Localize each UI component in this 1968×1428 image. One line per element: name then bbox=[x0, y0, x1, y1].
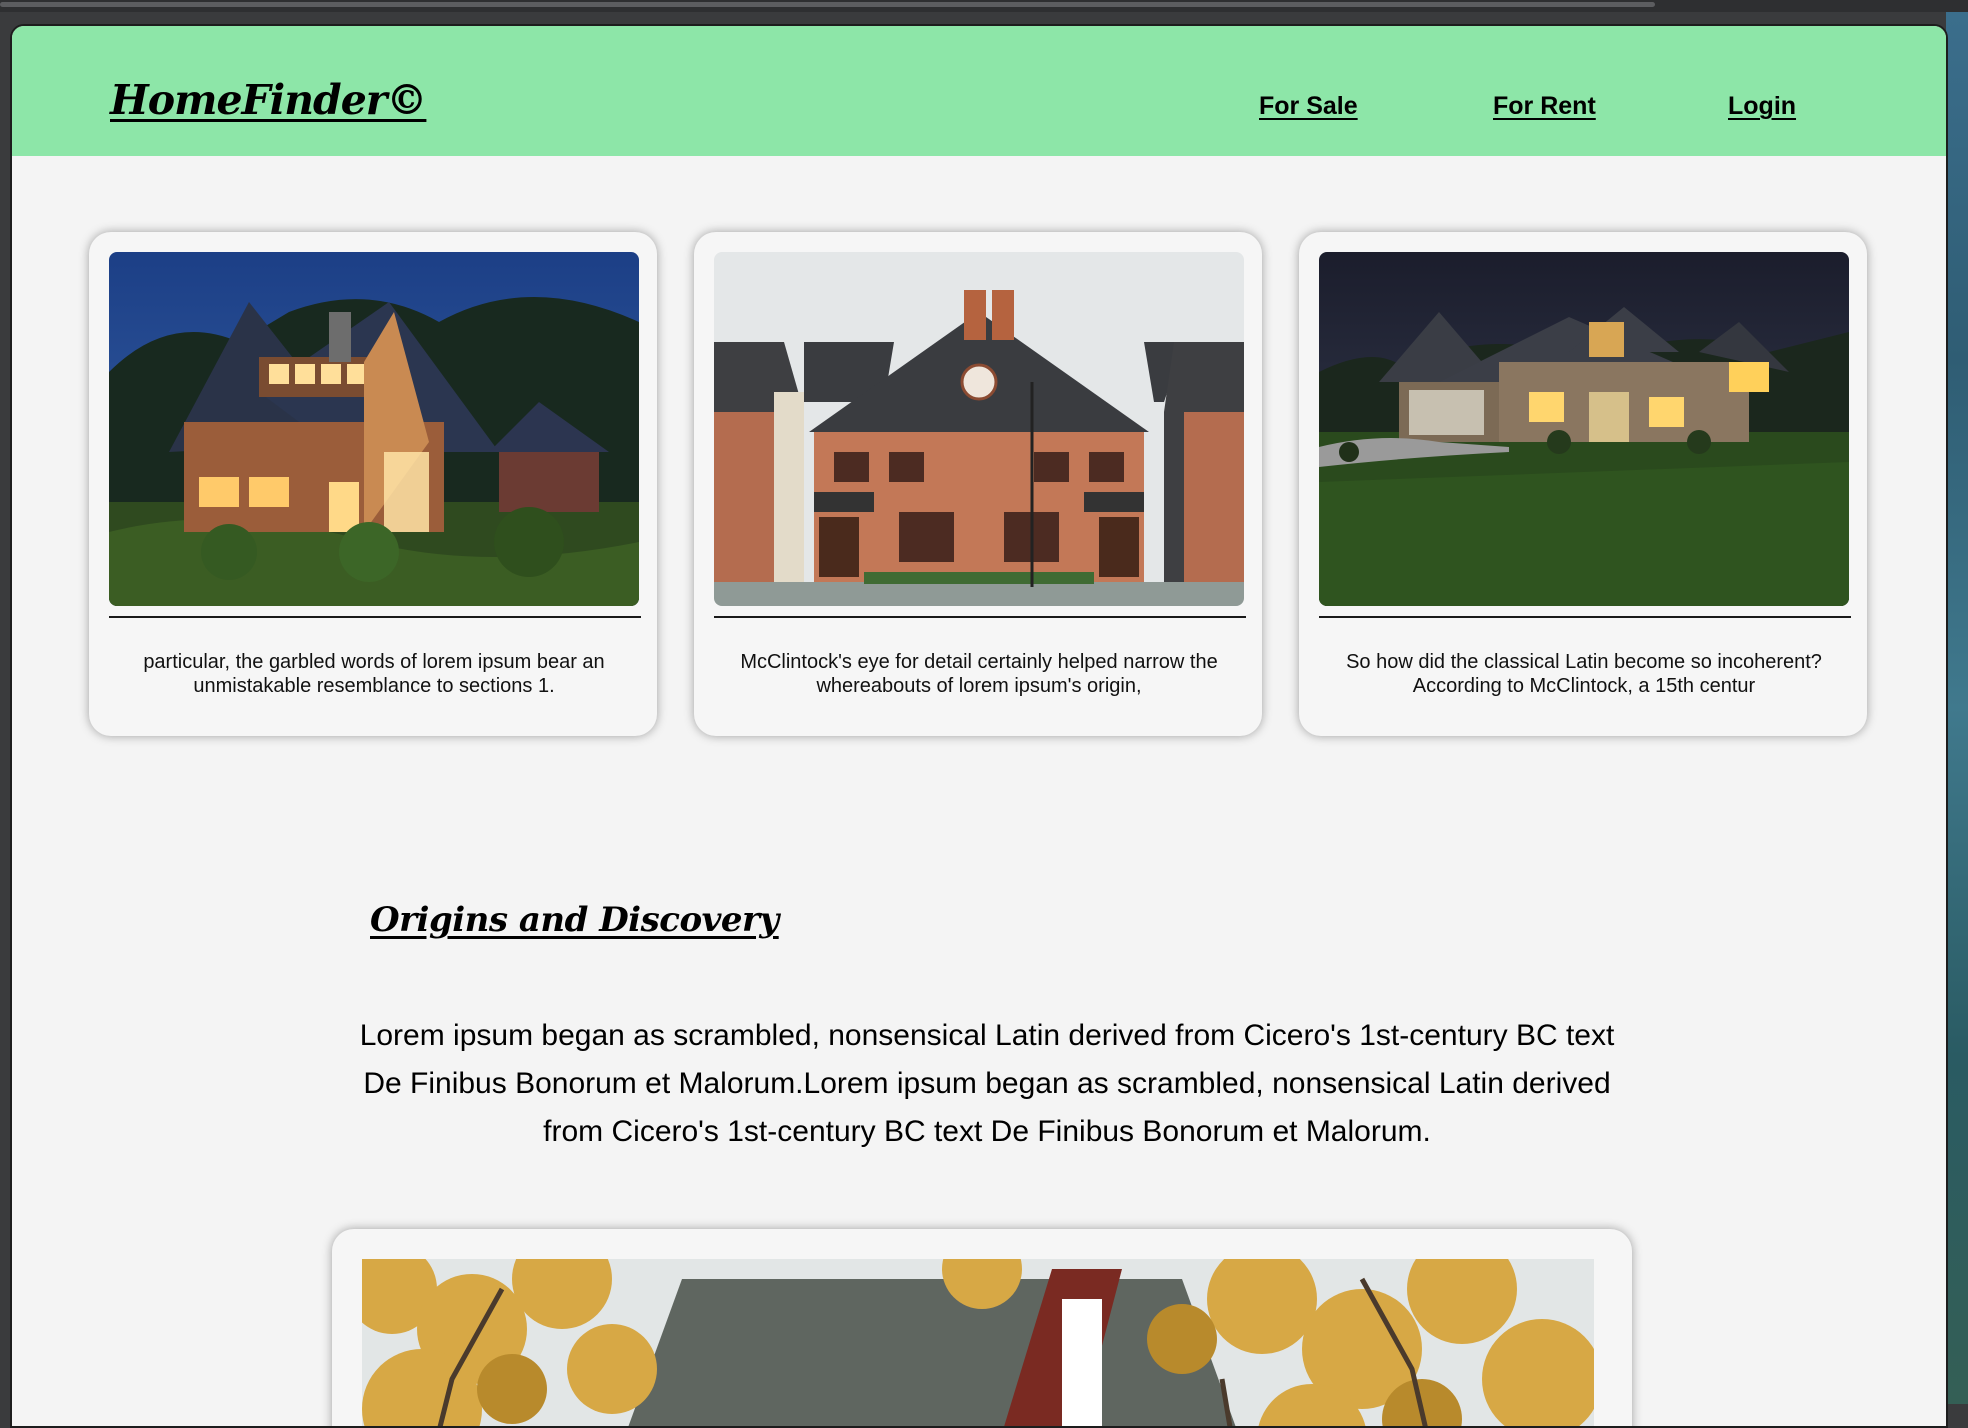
nav-for-sale-link[interactable]: For Sale bbox=[1259, 92, 1358, 121]
listing-card[interactable]: particular, the garbled words of lorem i… bbox=[89, 232, 657, 736]
browser-window: HomeFinder© For Sale For Rent Login part… bbox=[10, 24, 1948, 1428]
navbar: HomeFinder© For Sale For Rent Login bbox=[12, 26, 1946, 156]
card-divider bbox=[109, 616, 641, 618]
nav-login-link[interactable]: Login bbox=[1728, 92, 1796, 121]
site-logo[interactable]: HomeFinder© bbox=[110, 76, 427, 124]
browser-top-bar bbox=[0, 0, 1968, 12]
section-heading: Origins and Discovery bbox=[370, 900, 779, 941]
card-divider bbox=[1319, 616, 1851, 618]
listing-card[interactable]: So how did the classical Latin become so… bbox=[1299, 232, 1867, 736]
feature-photo[interactable] bbox=[362, 1259, 1594, 1426]
listing-photo[interactable] bbox=[109, 252, 639, 606]
listing-caption: particular, the garbled words of lorem i… bbox=[143, 651, 605, 697]
nav-for-rent-link[interactable]: For Rent bbox=[1493, 92, 1596, 121]
card-divider bbox=[714, 616, 1246, 618]
horizontal-scrollbar[interactable] bbox=[0, 2, 1655, 7]
listing-photo[interactable] bbox=[1319, 252, 1849, 606]
listing-caption: McClintock's eye for detail certainly he… bbox=[740, 651, 1218, 697]
feature-card[interactable] bbox=[332, 1229, 1632, 1426]
listing-caption: So how did the classical Latin become so… bbox=[1346, 651, 1822, 697]
desktop-background-edge bbox=[1946, 12, 1968, 1404]
section-paragraph: Lorem ipsum began as scrambled, nonsensi… bbox=[359, 1019, 1615, 1148]
listing-card[interactable]: McClintock's eye for detail certainly he… bbox=[694, 232, 1262, 736]
listing-photo[interactable] bbox=[714, 252, 1244, 606]
